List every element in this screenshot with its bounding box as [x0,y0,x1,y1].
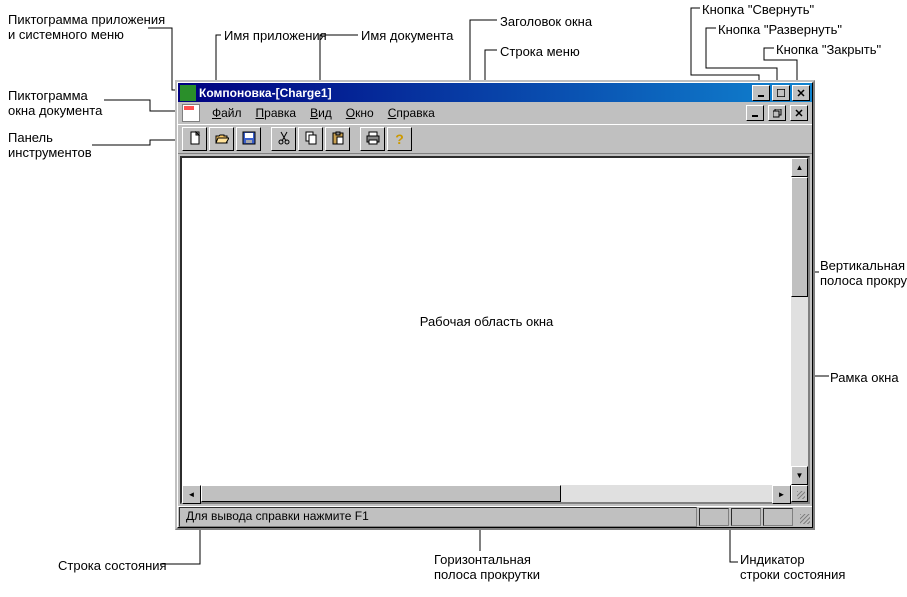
callout-statusbar: Строка состояния [58,558,167,573]
menu-window[interactable]: Окно [340,104,380,122]
open-button[interactable] [209,127,234,151]
callout-doc-name: Имя документа [361,28,453,43]
close-button[interactable] [792,85,810,101]
callout-indicator: Индикаторстроки состояния [740,552,845,582]
titlebar[interactable]: Компоновка - [Charge1] [178,83,812,102]
vscroll-thumb[interactable] [791,177,808,297]
paste-icon [331,131,345,148]
print-button[interactable] [360,127,385,151]
app-window: Компоновка - [Charge1] Файл Правка Вид О… [175,80,815,530]
arrow-left-icon: ◄ [188,490,196,499]
help-icon: ? [395,131,404,147]
cut-button[interactable] [271,127,296,151]
diagram-canvas: Пиктограмма приложенияи системного меню … [0,0,907,597]
scroll-right-button[interactable]: ► [772,485,791,504]
horizontal-scrollbar[interactable]: ◄ ► [182,485,808,502]
callout-menu-row: Строка меню [500,44,580,59]
callout-frame: Рамка окна [830,370,899,385]
open-icon [215,131,229,148]
callout-vscroll: Вертикальнаяполоса прокрутки [820,258,907,288]
copy-icon [304,131,318,148]
callout-hscroll: Горизонтальнаяполоса прокрутки [434,552,540,582]
callout-title: Заголовок окна [500,14,592,29]
mdi-restore-button[interactable] [768,105,786,121]
callout-app-name: Имя приложения [224,28,327,43]
new-button[interactable] [182,127,207,151]
callout-doc-icon: Пиктограммаокна документа [8,88,102,118]
save-button[interactable] [236,127,261,151]
callout-min-btn: Кнопка "Свернуть" [702,2,814,17]
cut-icon [277,131,291,148]
work-area-label: Рабочая область окна [420,314,554,329]
scroll-down-button[interactable]: ▼ [791,466,808,485]
arrow-down-icon: ▼ [796,471,804,480]
work-area[interactable]: Рабочая область окна [182,158,791,485]
paste-button[interactable] [325,127,350,151]
window-title-app: Компоновка [199,86,272,100]
mdi-close-button[interactable] [790,105,808,121]
scroll-left-button[interactable]: ◄ [182,485,201,504]
callout-max-btn: Кнопка "Развернуть" [718,22,842,37]
hscroll-track[interactable] [201,485,772,502]
arrow-right-icon: ► [778,490,786,499]
window-title-doc: [Charge1] [276,86,332,100]
callout-toolbar: Панельинструментов [8,130,92,160]
status-indicator-2 [731,508,761,526]
save-icon [242,131,256,148]
arrow-up-icon: ▲ [796,163,804,172]
menu-view[interactable]: Вид [304,104,338,122]
scroll-up-button[interactable]: ▲ [791,158,808,177]
client-area: Рабочая область окна ▲ ▼ ◄ ► [180,156,810,504]
mdi-minimize-button[interactable] [746,105,764,121]
callout-app-icon: Пиктограмма приложенияи системного меню [8,12,165,42]
copy-button[interactable] [298,127,323,151]
menubar: Файл Правка Вид Окно Справка [178,102,812,124]
maximize-button[interactable] [772,85,790,101]
toolbar: ? [178,124,812,154]
app-icon[interactable] [180,85,196,101]
status-text: Для вывода справки нажмите F1 [179,507,697,527]
status-indicator-1 [699,508,729,526]
menu-file[interactable]: Файл [206,104,248,122]
new-icon [188,131,202,148]
hscroll-thumb[interactable] [201,485,561,502]
size-grip[interactable] [791,485,808,502]
vscroll-track[interactable] [791,177,808,466]
vertical-scrollbar[interactable]: ▲ ▼ [791,158,808,485]
statusbar: Для вывода справки нажмите F1 [178,506,812,527]
minimize-button[interactable] [752,85,770,101]
status-size-grip[interactable] [794,508,812,526]
help-button[interactable]: ? [387,127,412,151]
status-indicator-3 [763,508,793,526]
menu-edit[interactable]: Правка [250,104,303,122]
print-icon [366,131,380,148]
menu-help[interactable]: Справка [382,104,441,122]
document-icon[interactable] [182,104,200,122]
callout-close-btn: Кнопка "Закрыть" [776,42,881,57]
